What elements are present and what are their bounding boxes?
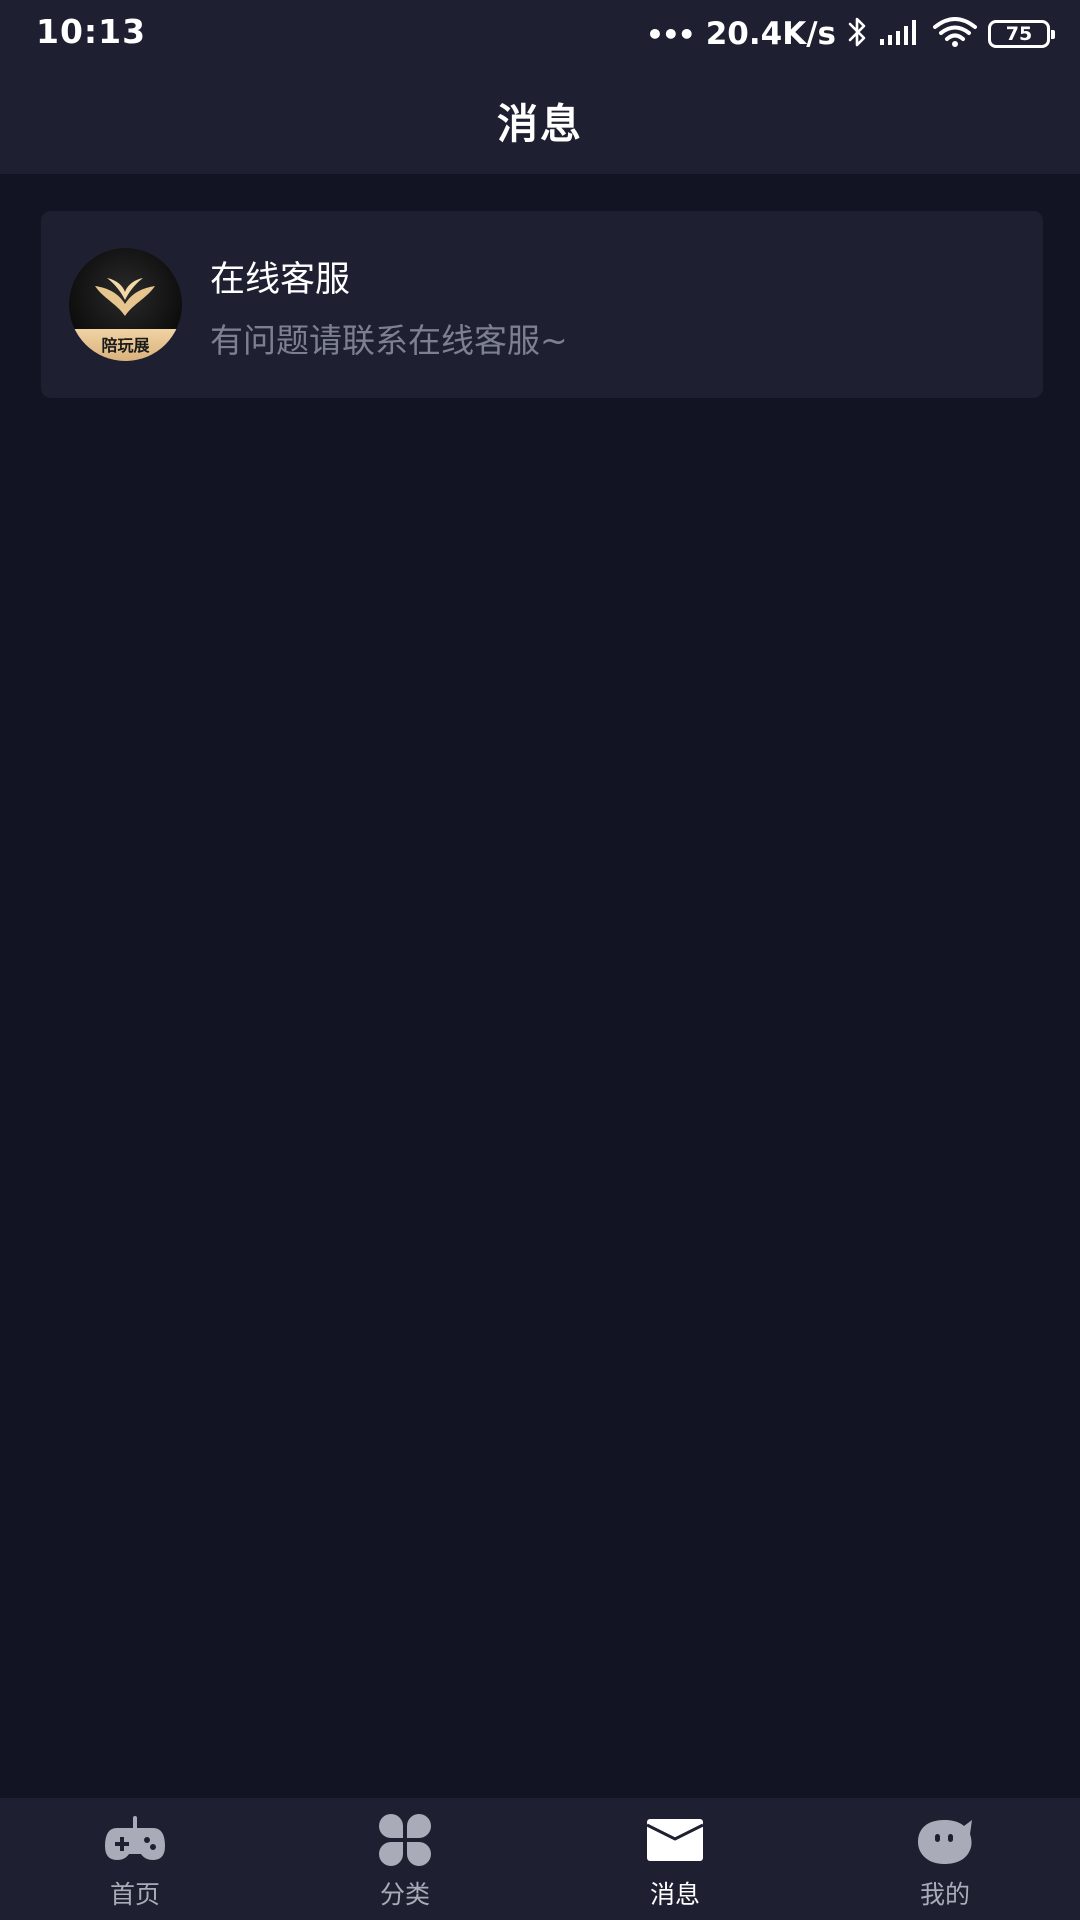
page-title: 消息 bbox=[497, 100, 583, 148]
messages-screen: 10:13 ••• 20.4K/s 75 消息 陪玩展 在线客服 有问题请联系在… bbox=[0, 0, 1080, 1920]
battery-level: 75 bbox=[1005, 22, 1033, 45]
network-speed: 20.4K/s bbox=[705, 16, 836, 52]
signal-icon bbox=[878, 17, 922, 51]
nav-label: 分类 bbox=[379, 1880, 430, 1909]
notification-dots: ••• bbox=[646, 17, 696, 51]
nav-item-messages[interactable]: 消息 bbox=[540, 1798, 810, 1920]
avatar: 陪玩展 bbox=[69, 248, 182, 361]
header: 消息 bbox=[0, 66, 1080, 174]
face-icon bbox=[913, 1813, 977, 1867]
avatar-text: 陪玩展 bbox=[101, 336, 150, 355]
nav-item-home[interactable]: 首页 bbox=[0, 1798, 270, 1920]
battery-icon: 75 bbox=[988, 20, 1055, 48]
wifi-icon bbox=[932, 16, 978, 52]
avatar-label-band: 陪玩展 bbox=[69, 329, 182, 361]
nav-label: 首页 bbox=[109, 1880, 160, 1909]
gamepad-icon bbox=[103, 1813, 167, 1867]
envelope-icon bbox=[643, 1813, 707, 1867]
nav-label: 消息 bbox=[649, 1880, 700, 1909]
status-time: 10:13 bbox=[36, 12, 147, 51]
grid-icon bbox=[373, 1813, 437, 1867]
nav-label: 我的 bbox=[919, 1880, 970, 1909]
nav-item-category[interactable]: 分类 bbox=[270, 1798, 540, 1920]
status-indicators: ••• 20.4K/s 75 bbox=[646, 14, 1055, 54]
nav-item-me[interactable]: 我的 bbox=[810, 1798, 1080, 1920]
message-preview: 有问题请联系在线客服~ bbox=[210, 321, 568, 360]
bottom-nav: 首页 分类 消息 我的 bbox=[0, 1798, 1080, 1920]
status-bar: 10:13 ••• 20.4K/s 75 bbox=[0, 0, 1080, 66]
bluetooth-icon bbox=[846, 15, 868, 53]
message-sender-name: 在线客服 bbox=[210, 260, 351, 300]
list-item-customer-service[interactable]: 陪玩展 在线客服 有问题请联系在线客服~ bbox=[41, 211, 1043, 398]
